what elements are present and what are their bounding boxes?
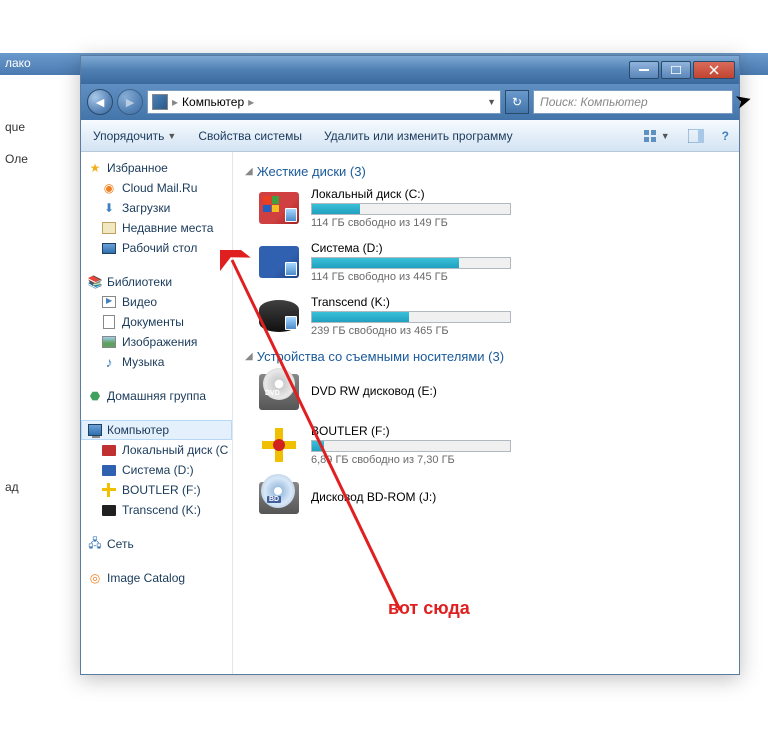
cloud-icon: ◉: [101, 180, 117, 196]
drive-name: Локальный диск (C:): [311, 187, 727, 201]
content-pane: ◢ Жесткие диски (3) Локальный диск (C:) …: [233, 152, 739, 674]
drive-boutler-f[interactable]: BOUTLER (F:) 6,89 ГБ свободно из 7,30 ГБ: [257, 424, 727, 466]
drive-name: Дисковод BD-ROM (J:): [311, 490, 727, 504]
sidebar-favorites[interactable]: ★ Избранное: [81, 158, 232, 178]
drive-usage-bar: [311, 257, 511, 269]
help-button[interactable]: ?: [720, 127, 731, 145]
sidebar-item-cloud[interactable]: ◉ Cloud Mail.Ru: [81, 178, 232, 198]
section-removable[interactable]: ◢ Устройства со съемными носителями (3): [245, 349, 727, 364]
section-hard-drives[interactable]: ◢ Жесткие диски (3): [245, 164, 727, 179]
explorer-window: ◄ ► ▸ Компьютер ▸ ▼ ↻ Поиск: Компьютер У…: [80, 55, 740, 675]
sidebar-item-desktop[interactable]: Рабочий стол: [81, 238, 232, 258]
download-icon: ⬇: [101, 200, 117, 216]
collapse-icon: ◢: [245, 166, 253, 177]
view-mode-button[interactable]: ▼: [641, 127, 672, 145]
drive-icon-d: [257, 242, 301, 282]
sidebar-image-catalog[interactable]: ◎ Image Catalog: [81, 568, 232, 588]
image-icon: [101, 334, 117, 350]
computer-icon: [87, 422, 103, 438]
drive-name: Система (D:): [311, 241, 727, 255]
forward-button[interactable]: ►: [117, 89, 143, 115]
system-properties-button[interactable]: Свойства системы: [194, 126, 306, 146]
drive-local-c[interactable]: Локальный диск (C:) 114 ГБ свободно из 1…: [257, 187, 727, 229]
annotation-text: вот сюда: [388, 598, 470, 619]
music-icon: ♪: [101, 354, 117, 370]
dvd-icon: DVD: [257, 372, 301, 412]
recent-icon: [101, 220, 117, 236]
drive-name: Transcend (K:): [311, 295, 727, 309]
bg-text-4: ад: [5, 480, 19, 494]
homegroup-icon: ⬣: [87, 388, 103, 404]
drive-name: DVD RW дисковод (E:): [311, 384, 727, 398]
bg-text-2: que: [5, 120, 25, 134]
sidebar-homegroup[interactable]: ⬣ Домашняя группа: [81, 386, 232, 406]
drive-system-d[interactable]: Система (D:) 114 ГБ свободно из 445 ГБ: [257, 241, 727, 283]
bg-text-3: Оле: [5, 152, 28, 166]
drive-usage-bar: [311, 311, 511, 323]
drive-bd-j[interactable]: BD Дисковод BD-ROM (J:): [257, 478, 727, 518]
drive-icon: [101, 462, 117, 478]
maximize-button[interactable]: [661, 61, 691, 79]
boutler-icon: [257, 425, 301, 465]
preview-pane-button[interactable]: [686, 127, 706, 145]
sidebar-item-downloads[interactable]: ⬇ Загрузки: [81, 198, 232, 218]
search-input[interactable]: Поиск: Компьютер: [533, 90, 733, 114]
sidebar-item-images[interactable]: Изображения: [81, 332, 232, 352]
collapse-icon: ◢: [245, 351, 253, 362]
close-button[interactable]: [693, 61, 735, 79]
back-button[interactable]: ◄: [87, 89, 113, 115]
drive-name: BOUTLER (F:): [311, 424, 727, 438]
sidebar-item-video[interactable]: Видео: [81, 292, 232, 312]
drive-free-text: 6,89 ГБ свободно из 7,30 ГБ: [311, 454, 727, 466]
bg-text-1: лако: [5, 56, 31, 70]
sidebar-item-documents[interactable]: Документы: [81, 312, 232, 332]
document-icon: [101, 314, 117, 330]
sidebar-item-music[interactable]: ♪ Музыка: [81, 352, 232, 372]
minimize-button[interactable]: [629, 61, 659, 79]
catalog-icon: ◎: [87, 570, 103, 586]
sidebar-libraries[interactable]: 📚 Библиотеки: [81, 272, 232, 292]
breadcrumb-sep2: ▸: [248, 95, 254, 109]
refresh-button[interactable]: ↻: [505, 90, 529, 114]
address-bar[interactable]: ▸ Компьютер ▸ ▼: [147, 90, 501, 114]
sidebar: ★ Избранное ◉ Cloud Mail.Ru ⬇ Загрузки Н…: [81, 152, 233, 674]
sidebar-computer[interactable]: Компьютер: [81, 420, 232, 440]
sidebar-item-transcend-k[interactable]: Transcend (K:): [81, 500, 232, 520]
sidebar-item-recent[interactable]: Недавние места: [81, 218, 232, 238]
drive-icon: [101, 502, 117, 518]
libraries-icon: 📚: [87, 274, 103, 290]
nav-bar: ◄ ► ▸ Компьютер ▸ ▼ ↻ Поиск: Компьютер: [81, 84, 739, 120]
address-dropdown-icon[interactable]: ▼: [487, 97, 496, 107]
drive-icon: [101, 442, 117, 458]
address-location: Компьютер: [182, 95, 244, 109]
computer-icon: [152, 94, 168, 110]
search-placeholder: Поиск: Компьютер: [540, 95, 648, 109]
bd-icon: BD: [257, 478, 301, 518]
sidebar-item-system-d[interactable]: Система (D:): [81, 460, 232, 480]
sidebar-item-boutler-f[interactable]: BOUTLER (F:): [81, 480, 232, 500]
video-icon: [101, 294, 117, 310]
toolbar: Упорядочить▼ Свойства системы Удалить ил…: [81, 120, 739, 152]
drive-free-text: 114 ГБ свободно из 445 ГБ: [311, 271, 727, 283]
titlebar: [81, 56, 739, 84]
drive-usage-bar: [311, 440, 511, 452]
drive-free-text: 114 ГБ свободно из 149 ГБ: [311, 217, 727, 229]
organize-menu[interactable]: Упорядочить▼: [89, 126, 180, 146]
drive-icon-c: [257, 188, 301, 228]
drive-transcend-k[interactable]: Transcend (K:) 239 ГБ свободно из 465 ГБ: [257, 295, 727, 337]
star-icon: ★: [87, 160, 103, 176]
uninstall-program-button[interactable]: Удалить или изменить программу: [320, 126, 517, 146]
sidebar-network[interactable]: 🖧 Сеть: [81, 534, 232, 554]
drive-usage-bar: [311, 203, 511, 215]
drive-icon: [101, 482, 117, 498]
drive-free-text: 239 ГБ свободно из 465 ГБ: [311, 325, 727, 337]
sidebar-item-local-c[interactable]: Локальный диск (C: [81, 440, 232, 460]
drive-dvd-e[interactable]: DVD DVD RW дисковод (E:): [257, 372, 727, 412]
breadcrumb-sep: ▸: [172, 95, 178, 109]
drive-icon-k: [257, 296, 301, 336]
network-icon: 🖧: [87, 536, 103, 552]
desktop-icon: [101, 240, 117, 256]
